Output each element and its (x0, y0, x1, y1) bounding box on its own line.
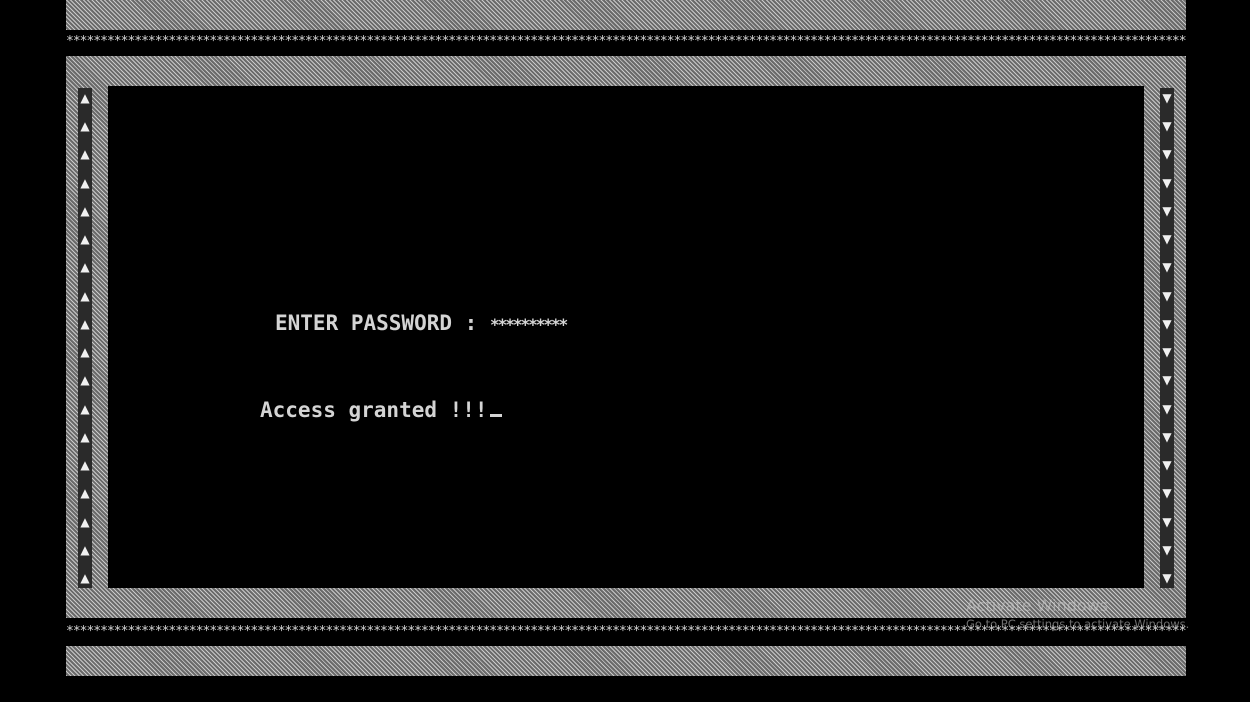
watermark-title: Activate Windows (966, 596, 1109, 615)
up-triangle-icon: ▲ (80, 401, 90, 416)
up-triangle-icon: ▲ (80, 570, 90, 585)
console-screen: ****************************************… (0, 0, 1250, 702)
up-triangle-icon: ▲ (80, 458, 90, 473)
up-triangle-icon: ▲ (80, 373, 90, 388)
down-triangle-icon: ▼ (1162, 458, 1172, 473)
up-triangle-icon: ▲ (80, 119, 90, 134)
watermark-subtitle: Go to PC settings to activate Windows. (966, 617, 1190, 631)
activate-windows-watermark: Activate Windows Go to PC settings to ac… (966, 596, 1189, 632)
up-triangle-icon: ▲ (80, 91, 90, 105)
down-triangle-icon: ▼ (1162, 429, 1172, 444)
access-result-message: Access granted !!! (260, 398, 488, 422)
down-triangle-icon: ▼ (1162, 147, 1172, 162)
password-prompt: ENTER PASSWORD : ********** (275, 310, 568, 338)
down-triangle-icon: ▼ (1162, 373, 1172, 388)
down-triangle-icon: ▼ (1162, 232, 1172, 247)
down-triangle-icon: ▼ (1162, 570, 1172, 585)
masked-password: ********** (489, 315, 568, 334)
top-hatched-band (66, 0, 1186, 30)
up-triangle-icon: ▲ (80, 203, 90, 218)
bottom-hatched-band (66, 646, 1186, 676)
down-triangle-icon: ▼ (1162, 203, 1172, 218)
up-triangle-icon: ▲ (80, 316, 90, 331)
up-triangle-icon: ▲ (80, 542, 90, 557)
access-result: Access granted !!! (260, 394, 502, 423)
text-cursor (489, 394, 502, 417)
down-triangle-icon: ▼ (1162, 260, 1172, 275)
up-triangle-icon: ▲ (80, 232, 90, 247)
up-triangle-icon: ▲ (80, 260, 90, 275)
border-frame: ▲ ▲ ▲ ▲ ▲ ▲ ▲ ▲ ▲ ▲ ▲ ▲ ▲ ▲ ▲ ▲ ▲ ▲ ▼ ▼ ▼ ▼ ▼ ▼ ▼ ▼ ▼ ▼ ▼ ▼ ▼ ▼ ▼ ▼ ▼ ▼ (66, 56, 1186, 618)
console-content-area (108, 86, 1144, 588)
up-triangle-icon: ▲ (80, 147, 90, 162)
left-arrow-column: ▲ ▲ ▲ ▲ ▲ ▲ ▲ ▲ ▲ ▲ ▲ ▲ ▲ ▲ ▲ ▲ ▲ ▲ (78, 88, 92, 588)
down-triangle-icon: ▼ (1162, 316, 1172, 331)
down-triangle-icon: ▼ (1162, 288, 1172, 303)
down-triangle-icon: ▼ (1162, 486, 1172, 501)
down-triangle-icon: ▼ (1162, 514, 1172, 529)
down-triangle-icon: ▼ (1162, 175, 1172, 190)
down-triangle-icon: ▼ (1162, 119, 1172, 134)
up-triangle-icon: ▲ (80, 514, 90, 529)
up-triangle-icon: ▲ (80, 288, 90, 303)
down-triangle-icon: ▼ (1162, 542, 1172, 557)
password-prompt-label: ENTER PASSWORD : (275, 311, 478, 335)
top-star-divider: ****************************************… (66, 34, 1186, 49)
down-triangle-icon: ▼ (1162, 401, 1172, 416)
up-triangle-icon: ▲ (80, 345, 90, 360)
up-triangle-icon: ▲ (80, 175, 90, 190)
up-triangle-icon: ▲ (80, 486, 90, 501)
down-triangle-icon: ▼ (1162, 91, 1172, 105)
down-triangle-icon: ▼ (1162, 345, 1172, 360)
up-triangle-icon: ▲ (80, 429, 90, 444)
right-arrow-column: ▼ ▼ ▼ ▼ ▼ ▼ ▼ ▼ ▼ ▼ ▼ ▼ ▼ ▼ ▼ ▼ ▼ ▼ (1160, 88, 1174, 588)
